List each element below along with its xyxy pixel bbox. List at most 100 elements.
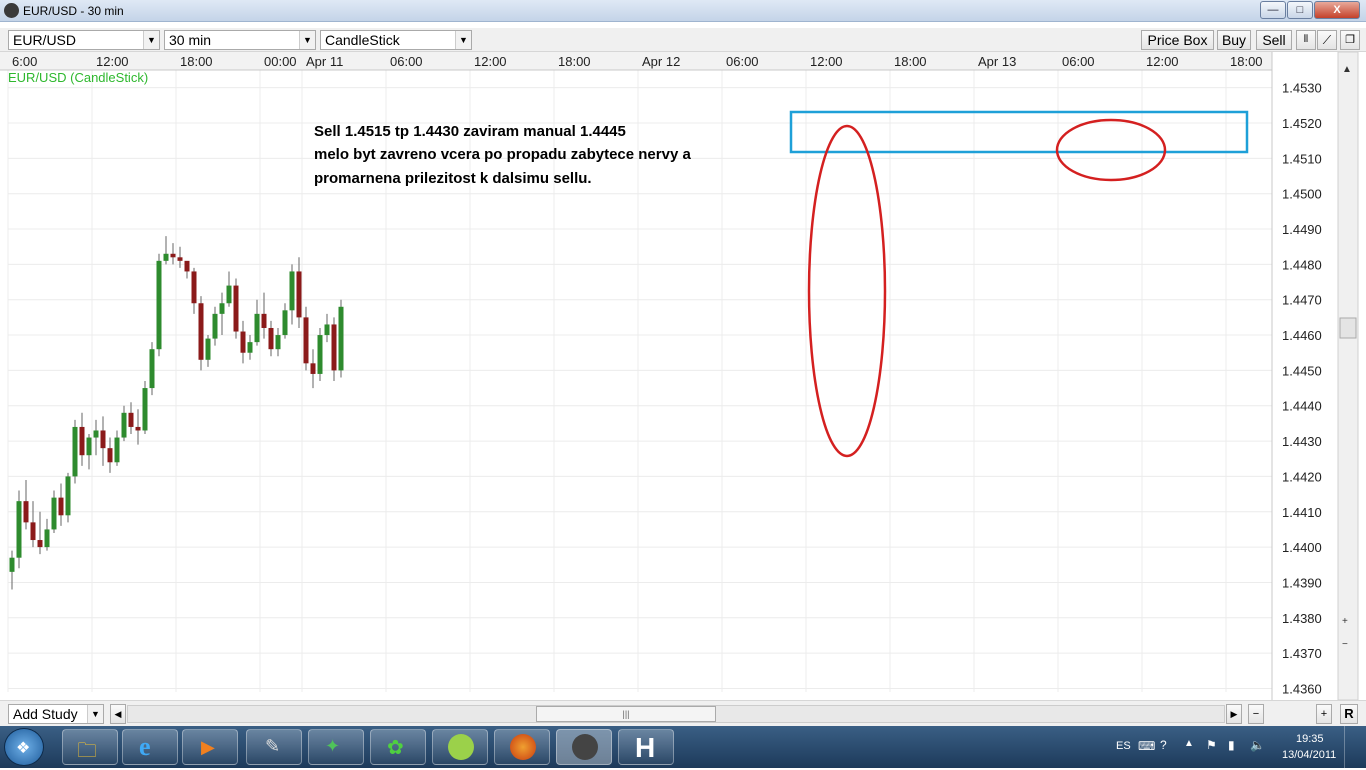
candle-body <box>275 335 281 350</box>
bars-icon[interactable]: ⦀ <box>1296 30 1316 50</box>
chevron-down-icon[interactable]: ▼ <box>143 31 159 49</box>
candle-body <box>163 253 169 261</box>
candle-body <box>30 522 36 541</box>
y-tick-label: 1.4510 <box>1282 151 1322 166</box>
volume-icon[interactable]: 🔈 <box>1250 738 1265 752</box>
x-axis: 6:00 12:00 18:00 00:00 Apr 11 06:00 12:00 18:00… <box>0 52 1272 71</box>
firefox-icon[interactable] <box>494 729 550 765</box>
internet-explorer-icon[interactable]: e <box>122 729 178 765</box>
y-tick-label: 1.4390 <box>1282 575 1322 590</box>
network-icon[interactable]: ✦ <box>308 729 364 765</box>
interval-value: 30 min <box>169 32 212 48</box>
candle-body <box>219 303 225 314</box>
x-tick-label: 12:00 <box>1146 54 1179 69</box>
candle-body <box>198 303 204 360</box>
zoom-out-button[interactable]: − <box>1248 704 1264 724</box>
x-tick-label: Apr 13 <box>978 54 1016 69</box>
interval-select[interactable]: 30 min ▼ <box>164 30 316 50</box>
x-tick-label: 12:00 <box>474 54 507 69</box>
scroll-left-icon[interactable]: ◀ <box>110 704 126 724</box>
scroll-thumb[interactable] <box>1339 317 1357 339</box>
add-study-select[interactable]: Add Study ▼ <box>8 704 104 724</box>
y-tick-label: 1.4360 <box>1282 681 1322 696</box>
candle-body <box>233 285 239 332</box>
candle-body <box>303 317 309 364</box>
restore-window-icon[interactable]: ❐ <box>1340 30 1360 50</box>
icq-icon[interactable]: ✿ <box>370 729 426 765</box>
y-tick-label: 1.4480 <box>1282 257 1322 272</box>
symbol-select[interactable]: EUR/USD ▼ <box>8 30 160 50</box>
chart-label: EUR/USD (CandleStick) <box>8 70 148 85</box>
symbol-value: EUR/USD <box>13 32 77 48</box>
media-player-icon[interactable]: ▶ <box>182 729 238 765</box>
chevron-down-icon[interactable]: ▼ <box>299 31 315 49</box>
sell-button[interactable]: Sell <box>1256 30 1292 50</box>
start-button[interactable]: ❖ <box>4 728 44 766</box>
language-indicator[interactable]: ES <box>1116 740 1131 752</box>
candle-body <box>16 501 22 558</box>
candle-body <box>72 426 78 477</box>
chevron-down-icon[interactable]: ▼ <box>87 705 103 723</box>
candle-body <box>107 448 113 463</box>
zoom-out-icon[interactable]: − <box>1342 639 1348 650</box>
candle-body <box>156 260 162 350</box>
candle-body <box>44 529 50 548</box>
horizontal-scroll-thumb[interactable]: ||| <box>536 706 716 722</box>
flag-icon[interactable]: ⚑ <box>1206 738 1217 752</box>
trading-app-icon[interactable] <box>556 729 612 765</box>
chart-type-value: CandleStick <box>325 32 400 48</box>
scroll-up-icon[interactable]: ▲ <box>1342 64 1352 75</box>
chart-type-select[interactable]: CandleStick ▼ <box>320 30 472 50</box>
candle-body <box>79 426 85 456</box>
candle-body <box>58 497 64 516</box>
y-tick-label: 1.4460 <box>1282 328 1322 343</box>
candle-body <box>261 313 267 328</box>
zoom-in-button[interactable]: + <box>1316 704 1332 724</box>
zoom-in-icon[interactable]: + <box>1342 616 1348 627</box>
draw-line-icon[interactable]: ⟋ <box>1317 30 1337 50</box>
help-icon[interactable]: ? <box>1160 738 1167 752</box>
show-desktop-button[interactable] <box>1344 726 1366 768</box>
battery-icon[interactable]: ▮ <box>1228 738 1235 752</box>
clock-date[interactable]: 13/04/2011 <box>1282 749 1336 761</box>
annotation-line-1: Sell 1.4515 tp 1.4430 zaviram manual 1.4… <box>314 123 626 140</box>
x-tick-label: 6:00 <box>12 54 37 69</box>
candle-body <box>317 335 323 374</box>
candle-body <box>149 349 155 389</box>
explorer-icon[interactable]: 🗀 <box>62 729 118 765</box>
clock-time[interactable]: 19:35 <box>1296 733 1324 745</box>
candle-body <box>37 540 43 548</box>
window-titlebar: EUR/USD - 30 min — □ X <box>0 0 1366 22</box>
candle-body <box>51 497 57 530</box>
chevron-down-icon[interactable]: ▼ <box>455 31 471 49</box>
candle-body <box>65 476 71 516</box>
windows-logo-icon: ❖ <box>16 740 31 757</box>
tools-icon[interactable]: ✎ <box>246 729 302 765</box>
vertical-scrollbar[interactable] <box>1337 52 1359 700</box>
candle-body <box>268 327 274 350</box>
candle-body <box>282 310 288 336</box>
y-tick-label: 1.4410 <box>1282 505 1322 520</box>
candle-body <box>310 363 316 374</box>
ninja-app-icon[interactable] <box>432 729 488 765</box>
h-app-icon[interactable]: H <box>618 729 674 765</box>
candlestick-chart[interactable]: 6:00 12:00 18:00 00:00 Apr 11 06:00 12:00 18:00… <box>0 52 1366 700</box>
up-arrow-icon[interactable]: ▲ <box>1184 738 1194 749</box>
minimize-button[interactable]: — <box>1260 1 1286 19</box>
price-box-button[interactable]: Price Box <box>1141 30 1214 50</box>
maximize-button[interactable]: □ <box>1287 1 1313 19</box>
scroll-right-icon[interactable]: ▶ <box>1226 704 1242 724</box>
buy-button[interactable]: Buy <box>1217 30 1251 50</box>
y-tick-label: 1.4530 <box>1282 81 1322 96</box>
y-tick-label: 1.4370 <box>1282 646 1322 661</box>
y-tick-label: 1.4520 <box>1282 116 1322 131</box>
candle-body <box>135 426 141 431</box>
x-tick-label: Apr 12 <box>642 54 680 69</box>
x-tick-label: 12:00 <box>810 54 843 69</box>
keyboard-icon[interactable]: ⌨ <box>1138 739 1155 753</box>
horizontal-scrollbar[interactable]: ||| <box>127 705 1225 723</box>
x-tick-label: Apr 11 <box>306 54 343 69</box>
candle-body <box>128 412 134 427</box>
reset-button[interactable]: R <box>1340 704 1358 724</box>
close-button[interactable]: X <box>1314 1 1360 19</box>
